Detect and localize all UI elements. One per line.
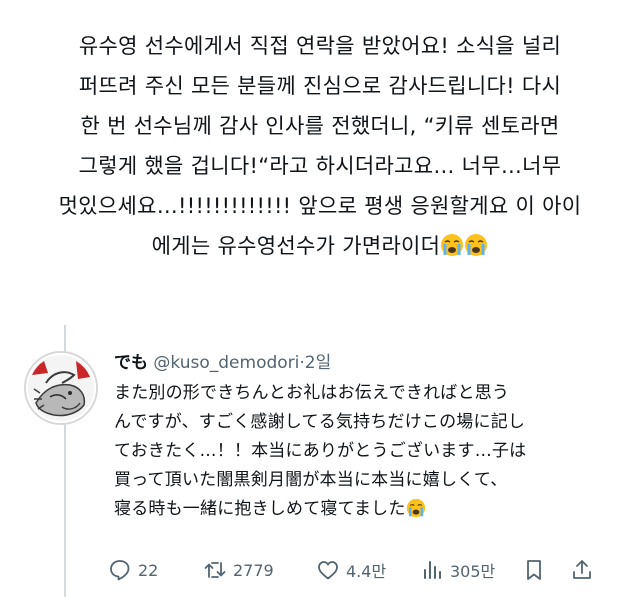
reply-text: また別の形できちんとお礼はお伝えできればと思う んですが、すごく感謝してる気持ち… bbox=[114, 379, 624, 528]
repost-icon bbox=[203, 558, 227, 582]
loudly-crying-face-icon bbox=[440, 230, 464, 270]
main-post-line: 멋있으세요…!!!!!!!!!!!!! 앞으로 평생 응원할게요 이 아이 bbox=[58, 194, 582, 218]
reply-button[interactable]: 22 bbox=[108, 556, 158, 584]
loudly-crying-face-icon bbox=[464, 230, 488, 270]
main-post-line: 한 번 선수님께 감사 인사를 전했더니, “키류 센토라면 bbox=[80, 114, 560, 138]
share-icon bbox=[570, 558, 594, 582]
post-time[interactable]: 2일 bbox=[305, 353, 331, 373]
views-button[interactable]: 305만 bbox=[420, 556, 495, 584]
main-post-last-line: 에게는 유수영선수가 가면라이더 bbox=[14, 226, 626, 270]
like-count: 4.4만 bbox=[346, 562, 387, 581]
bookmark-icon bbox=[522, 558, 546, 582]
avatar[interactable] bbox=[24, 351, 98, 425]
reply-icon bbox=[108, 558, 132, 582]
reply-line: 寝る時も一緒に抱きしめて寝てました bbox=[114, 499, 406, 519]
main-post-line: 에게는 유수영선수가 가면라이더 bbox=[151, 234, 441, 258]
share-button[interactable] bbox=[570, 556, 594, 584]
main-post-line: 퍼뜨려 주신 모든 분들께 진심으로 감사드립니다! 다시 bbox=[78, 74, 562, 98]
views-count: 305만 bbox=[450, 562, 496, 581]
display-name[interactable]: でも bbox=[114, 353, 148, 373]
main-post-line: 유수영 선수에게서 직접 연락을 받았어요! 소식을 널리 bbox=[78, 34, 562, 58]
bookmark-button[interactable] bbox=[522, 556, 546, 584]
repost-count: 2779 bbox=[233, 560, 274, 580]
action-bar: 22 2779 4.4만 305만 bbox=[108, 556, 598, 584]
reply-line: 買って頂いた闇黒剣月闇が本当に本当に嬉しくて、 bbox=[114, 470, 508, 490]
loudly-crying-face-icon bbox=[406, 498, 426, 528]
like-button[interactable]: 4.4만 bbox=[316, 556, 386, 584]
main-post-line: 그렇게 했을 겁니다!“라고 하시더라고요… 너무…너무 bbox=[78, 154, 562, 178]
reply-line: ておきたく…！！本当にありがとうございます…子は bbox=[114, 441, 527, 461]
main-post-text: 유수영 선수에게서 직접 연락을 받았어요! 소식을 널리 퍼뜨려 주신 모든 … bbox=[14, 26, 626, 270]
reply-last-line: 寝る時も一緒に抱きしめて寝てました bbox=[114, 495, 624, 528]
user-handle[interactable]: @kuso_demodori bbox=[153, 353, 299, 373]
reply-line: んですが、すごく感謝してる気持ちだけこの場に記し bbox=[114, 412, 526, 432]
reply-post[interactable]: でも @kuso_demodori·2일 また別の形できちんとお礼はお伝えできれ… bbox=[114, 350, 624, 528]
reply-line: また別の形できちんとお礼はお伝えできればと思う bbox=[114, 383, 510, 403]
reply-header: でも @kuso_demodori·2일 bbox=[114, 350, 624, 376]
heart-icon bbox=[316, 558, 340, 582]
repost-button[interactable]: 2779 bbox=[203, 556, 274, 584]
reply-count: 22 bbox=[138, 560, 159, 580]
bar-chart-icon bbox=[420, 558, 444, 582]
dragon-avatar-icon bbox=[26, 353, 96, 423]
